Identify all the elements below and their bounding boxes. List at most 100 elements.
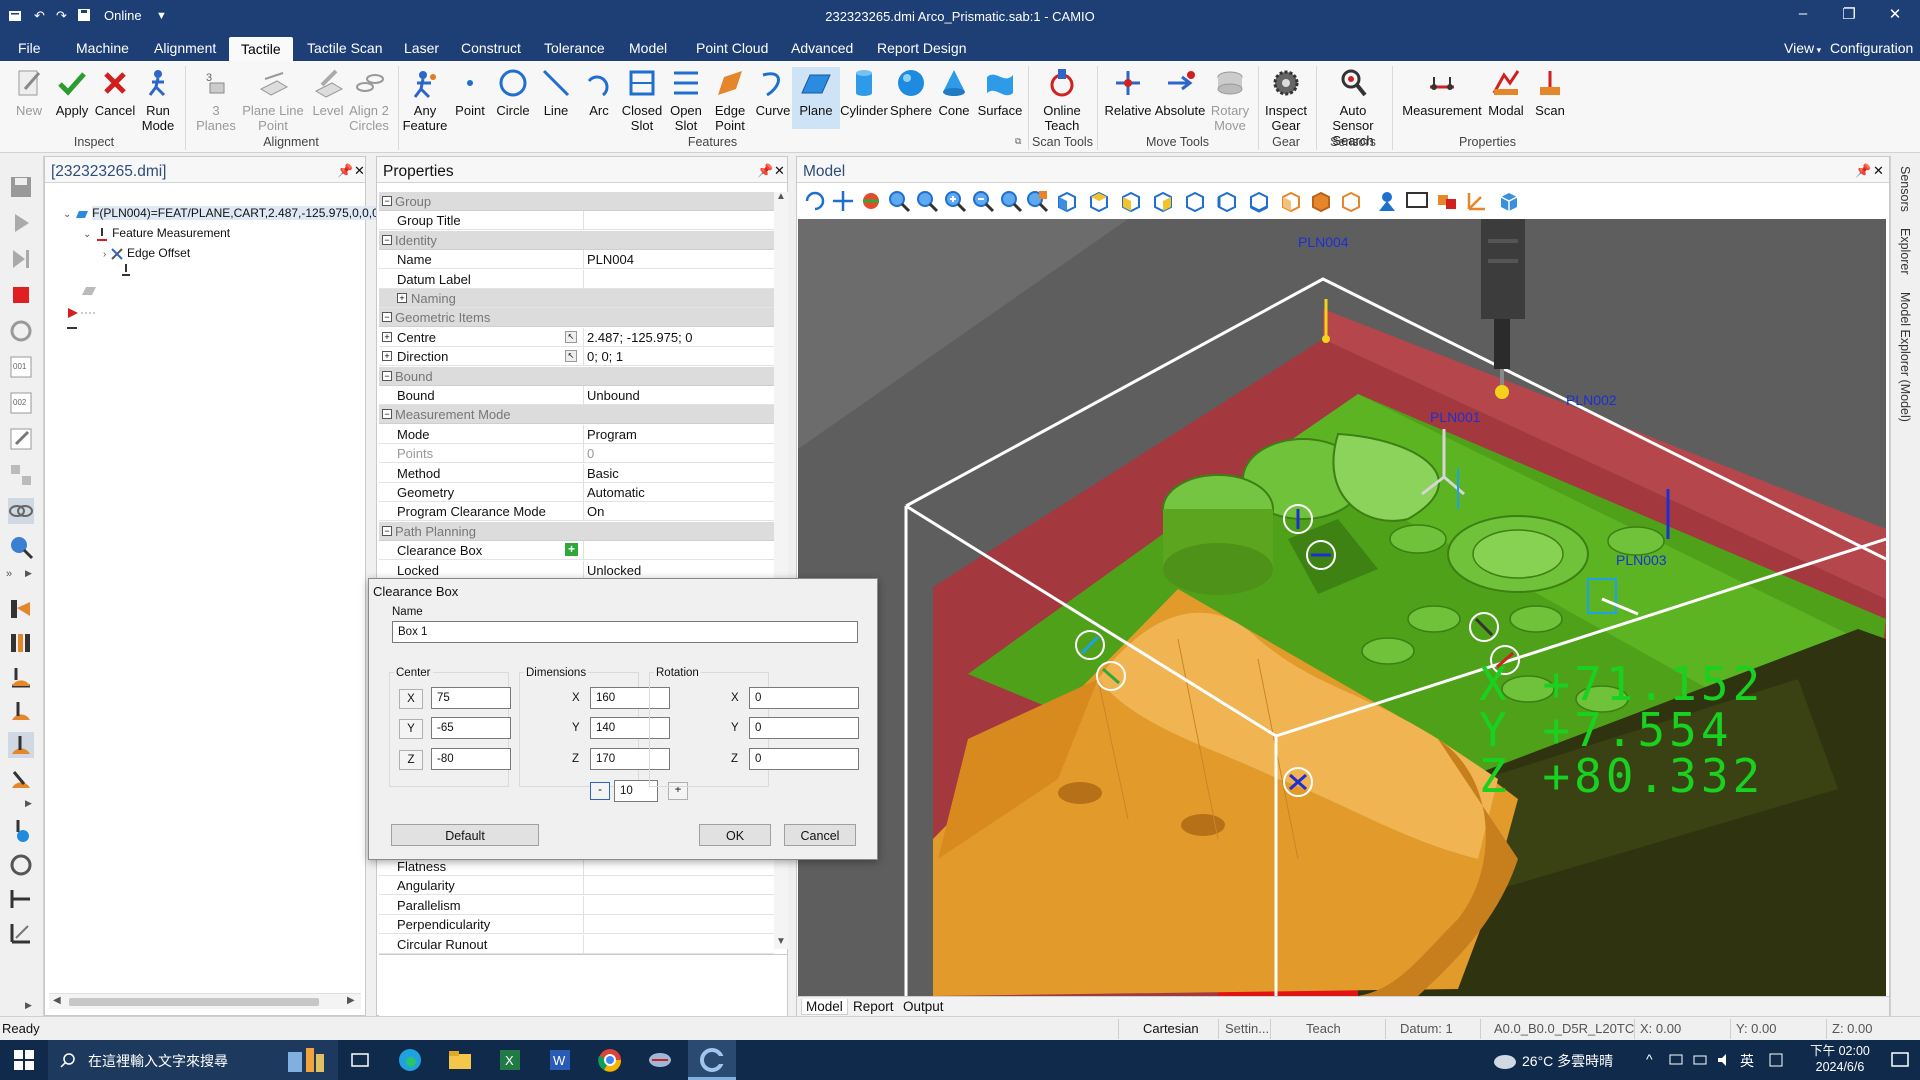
tab-alignment[interactable]: Alignment — [154, 40, 216, 56]
apply-button[interactable]: Apply — [48, 67, 96, 118]
edit-program-icon[interactable] — [8, 426, 34, 452]
property-value[interactable]: Automatic — [587, 485, 645, 500]
property-row[interactable]: Clearance Box + — [379, 541, 774, 561]
rot-y-field[interactable]: 0 — [749, 717, 859, 739]
program-002-icon[interactable]: 002 — [8, 390, 34, 416]
tree-row-feature-measurement[interactable]: ⌄ Feature Measurement — [83, 226, 230, 241]
property-row[interactable]: Program Clearance Mode On — [379, 502, 774, 522]
property-category[interactable]: − Bound — [379, 366, 774, 386]
tray-chevron-icon[interactable]: ^ — [1646, 1051, 1653, 1067]
step-icon[interactable] — [8, 246, 34, 272]
word-icon[interactable]: W — [546, 1046, 574, 1074]
tab-tolerance[interactable]: Tolerance — [544, 40, 605, 56]
toolbar-expand-icon[interactable]: » — [6, 568, 12, 580]
closed-slot-button[interactable]: Closed Slot — [618, 67, 666, 133]
property-row[interactable]: Parallelism — [379, 895, 774, 915]
tab-report[interactable]: Report — [853, 999, 894, 1014]
modal-button[interactable]: Modal — [1482, 67, 1530, 118]
property-row[interactable]: Datum Label — [379, 269, 774, 289]
center-x-button[interactable]: X — [399, 689, 423, 709]
rot-z-field[interactable]: 0 — [749, 748, 859, 770]
collapse-icon[interactable]: − — [382, 370, 392, 381]
property-row[interactable]: Group Title — [379, 211, 774, 231]
cancel-button[interactable]: Cancel — [784, 824, 856, 846]
ring-icon[interactable] — [8, 852, 34, 878]
clock[interactable]: 下午 02:00 2024/6/6 — [1800, 1043, 1880, 1075]
pln001-label[interactable]: PLN001 — [1430, 409, 1481, 425]
tab-file[interactable]: File — [18, 40, 41, 56]
pln004-label[interactable]: PLN004 — [1298, 234, 1349, 250]
step-decrease-button[interactable]: - — [590, 782, 610, 800]
pan-view-icon[interactable] — [831, 189, 855, 213]
property-category[interactable]: − Measurement Mode — [379, 405, 774, 425]
zoom-fit-icon[interactable] — [915, 189, 939, 213]
property-value[interactable]: Unbound — [587, 388, 640, 403]
measurement-button[interactable]: Measurement — [1402, 67, 1482, 118]
zoom-window-icon[interactable] — [887, 189, 911, 213]
tab-report-design[interactable]: Report Design — [877, 40, 967, 56]
any-feature-button[interactable]: Any Feature — [401, 67, 449, 133]
property-value[interactable]: On — [587, 504, 604, 519]
fixture-icon[interactable] — [8, 920, 34, 946]
collapse-icon[interactable]: − — [382, 525, 392, 536]
input-mode-icon[interactable] — [1768, 1052, 1784, 1068]
level-button[interactable]: Level — [304, 67, 352, 118]
zoom-search-icon[interactable] — [8, 534, 34, 560]
view-iso-icon[interactable] — [1055, 189, 1079, 213]
column-icon[interactable] — [8, 630, 34, 656]
model-close-icon[interactable]: ✕ — [1873, 163, 1884, 179]
inspect-gear-button[interactable]: Inspect Gear — [1260, 67, 1312, 133]
clamp-icon[interactable] — [8, 886, 34, 912]
ok-button[interactable]: OK — [699, 824, 771, 846]
file-explorer-icon[interactable] — [446, 1046, 474, 1074]
stop-icon[interactable] — [8, 282, 34, 308]
property-row[interactable]: Direction + ↖ 0; 0; 1 — [379, 347, 774, 367]
view-top-icon[interactable] — [1087, 189, 1111, 213]
run-mode-button[interactable]: Run Mode — [134, 67, 182, 133]
property-row[interactable]: Method Basic — [379, 463, 774, 483]
property-row[interactable]: Mode Program — [379, 424, 774, 444]
probe-ball-icon[interactable] — [8, 818, 34, 844]
property-value[interactable]: 0 — [587, 446, 594, 461]
camio-active-task[interactable] — [688, 1040, 736, 1080]
expand-icon[interactable]: + — [382, 351, 392, 362]
shaded-solid-icon[interactable] — [1309, 189, 1333, 213]
property-row[interactable]: Perpendicularity — [379, 915, 774, 935]
arm-icon-4[interactable] — [8, 766, 34, 792]
plane-line-point-button[interactable]: Plane Line Point — [242, 67, 304, 133]
property-row[interactable]: Bound Unbound — [379, 386, 774, 405]
machine-view-icon[interactable] — [1375, 189, 1399, 213]
excel-icon[interactable]: X — [496, 1046, 524, 1074]
part-cube-icon[interactable] — [1497, 189, 1521, 213]
name-field[interactable]: Box 1 — [392, 621, 858, 643]
pin-icon[interactable]: 📌 — [1855, 163, 1871, 179]
part-render[interactable] — [798, 219, 1887, 996]
circle-button[interactable]: Circle — [489, 67, 537, 118]
add-clearance-box-icon[interactable]: + — [565, 543, 578, 557]
probe-holder-icon[interactable] — [8, 596, 34, 622]
explorer-side-tab[interactable]: Explorer — [1898, 228, 1912, 275]
tab-tactile[interactable]: Tactile — [229, 37, 293, 61]
collapse-icon[interactable]: − — [382, 312, 392, 323]
collapse-icon[interactable]: − — [382, 234, 392, 245]
edge-point-button[interactable]: Edge Point — [706, 67, 754, 133]
collapse-icon[interactable]: − — [382, 196, 392, 206]
center-z-field[interactable]: -80 — [431, 748, 511, 770]
minimize-button[interactable]: – — [1780, 5, 1826, 29]
weather-text[interactable]: 26°C 多雲時晴 — [1522, 1051, 1613, 1071]
notifications-icon[interactable] — [1890, 1050, 1910, 1070]
property-row[interactable]: Centre + ↖ 2.487; -125.975; 0 — [379, 327, 774, 347]
collapse-icon[interactable]: ⌄ — [83, 229, 91, 240]
expand-icon[interactable]: › — [103, 249, 106, 260]
cancel-ribbon-button[interactable]: Cancel — [91, 67, 139, 118]
properties-close-icon[interactable]: ✕ — [774, 163, 785, 179]
section-view-icon[interactable] — [1435, 189, 1459, 213]
tab-output[interactable]: Output — [903, 999, 944, 1014]
relative-button[interactable]: Relative — [1102, 67, 1154, 118]
center-x-field[interactable]: 75 — [431, 687, 511, 709]
close-button[interactable]: ✕ — [1872, 5, 1918, 29]
zoom-selection-icon[interactable] — [1025, 189, 1049, 213]
pin-icon[interactable]: 📌 — [757, 163, 773, 179]
rotary-move-button[interactable]: Rotary Move — [1205, 67, 1255, 133]
line-button[interactable]: Line — [532, 67, 580, 118]
